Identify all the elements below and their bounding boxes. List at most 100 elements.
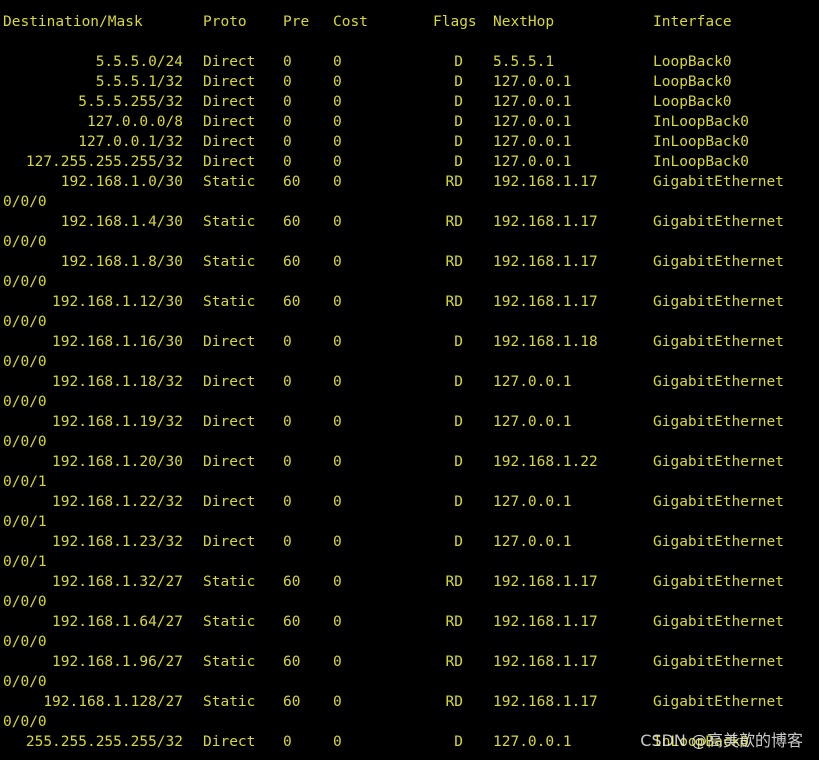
- route-nexthop: 127.0.0.1: [493, 734, 572, 750]
- route-interface: GigabitEthernet: [653, 614, 784, 630]
- route-preference: 60: [283, 174, 301, 190]
- route-interface-continuation: 0/0/0: [0, 192, 819, 212]
- route-nexthop: 192.168.1.22: [493, 454, 598, 470]
- route-interface-continuation: 0/0/1: [0, 512, 819, 532]
- route-destination: 192.168.1.96/27: [52, 654, 183, 670]
- route-interface-continuation: 0/0/0: [0, 352, 819, 372]
- header-nexthop: NextHop: [493, 14, 555, 30]
- header-flags: Flags: [433, 14, 477, 30]
- route-cost: 0: [333, 294, 342, 310]
- route-row: 192.168.1.16/30 Direct 0 0 D 192.168.1.18 Giga…: [0, 332, 819, 352]
- route-nexthop: 127.0.0.1: [493, 374, 572, 390]
- route-destination: 192.168.1.23/32: [52, 534, 183, 550]
- route-interface: LoopBack0: [653, 94, 732, 110]
- route-row: 127.0.0.1/32 Direct 0 0 D 127.0.0.1 InLoopBack…: [0, 132, 819, 152]
- route-destination: 255.255.255.255/32: [25, 734, 183, 750]
- route-preference: 0: [283, 534, 292, 550]
- route-nexthop: 127.0.0.1: [493, 114, 572, 130]
- route-preference: 60: [283, 214, 301, 230]
- routing-table-header: Destination/Mask Proto Pre Cost Flags Ne…: [0, 12, 819, 32]
- route-flags: D: [454, 74, 463, 90]
- route-row: 5.5.5.255/32 Direct 0 0 D 127.0.0.1 LoopBack0: [0, 92, 819, 112]
- route-interface-suffix: 0/0/0: [3, 354, 47, 370]
- route-row: 192.168.1.22/32 Direct 0 0 D 127.0.0.1 Gigabit…: [0, 492, 819, 512]
- route-cost: 0: [333, 154, 342, 170]
- route-interface-suffix: 0/0/0: [3, 434, 47, 450]
- route-interface-suffix: 0/0/0: [3, 194, 47, 210]
- route-preference: 0: [283, 734, 292, 750]
- route-nexthop: 192.168.1.17: [493, 254, 598, 270]
- route-nexthop: 127.0.0.1: [493, 74, 572, 90]
- route-interface: InLoopBack0: [653, 114, 750, 130]
- route-nexthop: 192.168.1.17: [493, 694, 598, 710]
- route-cost: 0: [333, 334, 342, 350]
- route-proto: Static: [203, 574, 256, 590]
- route-proto: Direct: [203, 94, 256, 110]
- route-preference: 60: [283, 614, 301, 630]
- route-interface-continuation: 0/0/0: [0, 392, 819, 412]
- route-row: 192.168.1.12/30 Static 60 0 RD 192.168.1.17 Gi…: [0, 292, 819, 312]
- route-interface: GigabitEthernet: [653, 174, 784, 190]
- route-interface-continuation: 0/0/0: [0, 432, 819, 452]
- route-preference: 0: [283, 454, 292, 470]
- route-proto: Direct: [203, 454, 256, 470]
- route-interface-continuation: 0/0/0: [0, 312, 819, 332]
- route-nexthop: 192.168.1.17: [493, 174, 598, 190]
- route-flags: D: [454, 54, 463, 70]
- header-interface: Interface: [653, 14, 732, 30]
- route-nexthop: 192.168.1.17: [493, 654, 598, 670]
- route-flags: RD: [445, 294, 463, 310]
- route-flags: RD: [445, 654, 463, 670]
- route-interface-suffix: 0/0/1: [3, 474, 47, 490]
- route-flags: D: [454, 94, 463, 110]
- route-proto: Static: [203, 654, 256, 670]
- route-interface: GigabitEthernet: [653, 534, 784, 550]
- route-interface: GigabitEthernet: [653, 694, 784, 710]
- route-flags: D: [454, 154, 463, 170]
- route-interface-continuation: 0/0/1: [0, 552, 819, 572]
- route-destination: 192.168.1.22/32: [52, 494, 183, 510]
- route-row: 192.168.1.96/27 Static 60 0 RD 192.168.1.17 Gi…: [0, 652, 819, 672]
- route-preference: 0: [283, 154, 292, 170]
- route-proto: Direct: [203, 74, 256, 90]
- route-proto: Direct: [203, 154, 256, 170]
- route-cost: 0: [333, 54, 342, 70]
- route-proto: Direct: [203, 334, 256, 350]
- header-destination: Destination/Mask: [3, 14, 143, 30]
- route-cost: 0: [333, 614, 342, 630]
- route-interface-suffix: 0/0/0: [3, 634, 47, 650]
- route-cost: 0: [333, 574, 342, 590]
- route-interface: GigabitEthernet: [653, 334, 784, 350]
- route-nexthop: 192.168.1.17: [493, 574, 598, 590]
- route-destination: 5.5.5.255/32: [78, 94, 183, 110]
- route-proto: Direct: [203, 114, 256, 130]
- route-preference: 0: [283, 374, 292, 390]
- route-interface-suffix: 0/0/1: [3, 514, 47, 530]
- route-preference: 0: [283, 494, 292, 510]
- route-flags: RD: [445, 694, 463, 710]
- route-destination: 192.168.1.12/30: [52, 294, 183, 310]
- route-interface-suffix: 0/0/0: [3, 394, 47, 410]
- route-nexthop: 127.0.0.1: [493, 414, 572, 430]
- route-preference: 60: [283, 574, 301, 590]
- route-cost: 0: [333, 254, 342, 270]
- route-flags: D: [454, 114, 463, 130]
- route-cost: 0: [333, 134, 342, 150]
- route-proto: Static: [203, 694, 256, 710]
- route-interface: GigabitEthernet: [653, 494, 784, 510]
- route-flags: RD: [445, 174, 463, 190]
- route-nexthop: 192.168.1.17: [493, 614, 598, 630]
- route-proto: Static: [203, 294, 256, 310]
- route-destination: 192.168.1.8/30: [60, 254, 183, 270]
- route-flags: D: [454, 734, 463, 750]
- route-row: 192.168.1.20/30 Direct 0 0 D 192.168.1.22 Giga…: [0, 452, 819, 472]
- route-destination: 5.5.5.0/24: [95, 54, 183, 70]
- route-destination: 127.0.0.1/32: [78, 134, 183, 150]
- route-interface: InLoopBack0: [653, 134, 750, 150]
- route-flags: D: [454, 134, 463, 150]
- route-cost: 0: [333, 534, 342, 550]
- route-nexthop: 127.0.0.1: [493, 154, 572, 170]
- route-interface-suffix: 0/0/0: [3, 314, 47, 330]
- route-destination: 5.5.5.1/32: [95, 74, 183, 90]
- header-proto: Proto: [203, 14, 247, 30]
